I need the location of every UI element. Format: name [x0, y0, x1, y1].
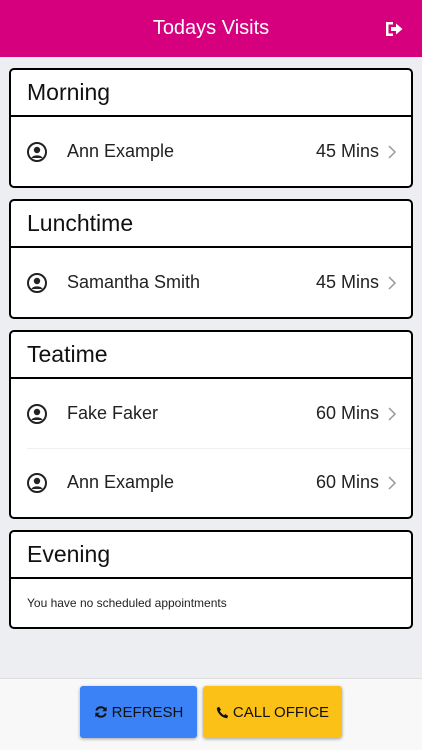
chevron-right-icon [388, 275, 397, 290]
visit-duration: 45 Mins [315, 141, 379, 161]
visit-row[interactable]: Samantha Smith 45 Mins [11, 248, 411, 317]
chevron-right-icon [388, 144, 397, 159]
visit-client-name: Ann Example [67, 141, 175, 161]
refresh-icon [95, 706, 107, 718]
visit-client-name: Samantha Smith [67, 272, 201, 292]
user-circle-icon [27, 403, 47, 424]
visits-list: Morning Ann Example 45 Mins Lunchtime Sa… [9, 68, 413, 640]
visit-row[interactable]: Fake Faker 60 Mins [11, 379, 411, 448]
visit-client-name: Fake Faker [67, 403, 159, 423]
user-circle-icon [27, 472, 47, 493]
visit-duration: 60 Mins [315, 472, 379, 492]
section-title: Evening [11, 532, 411, 579]
user-circle-icon [27, 141, 47, 162]
visit-row[interactable]: Ann Example 60 Mins [11, 448, 411, 517]
section-title: Teatime [11, 332, 411, 379]
section-teatime: Teatime Fake Faker 60 Mins Ann Example 6… [9, 330, 413, 519]
section-title: Morning [11, 70, 411, 117]
chevron-right-icon [388, 406, 397, 421]
call-office-label: CALL OFFICE [232, 703, 330, 721]
chevron-right-icon [388, 475, 397, 490]
section-evening: Evening You have no scheduled appointmen… [9, 530, 413, 629]
user-circle-icon [27, 272, 47, 293]
sign-out-icon[interactable] [384, 19, 404, 39]
page-title: Todays Visits [152, 17, 270, 39]
visit-client-name: Ann Example [67, 472, 175, 492]
section-title: Lunchtime [11, 201, 411, 248]
visit-duration: 60 Mins [315, 403, 379, 423]
call-office-button[interactable]: CALL OFFICE [203, 686, 342, 738]
section-lunchtime: Lunchtime Samantha Smith 45 Mins [9, 199, 413, 319]
section-morning: Morning Ann Example 45 Mins [9, 68, 413, 188]
app-header: Todays Visits [0, 0, 422, 57]
refresh-button[interactable]: REFRESH [80, 686, 197, 738]
empty-message: You have no scheduled appointments [27, 596, 227, 610]
visit-duration: 45 Mins [315, 272, 379, 292]
phone-icon [216, 706, 229, 718]
footer-bar: REFRESH CALL OFFICE [0, 678, 422, 750]
visit-row[interactable]: Ann Example 45 Mins [11, 117, 411, 186]
refresh-label: REFRESH [111, 703, 184, 721]
